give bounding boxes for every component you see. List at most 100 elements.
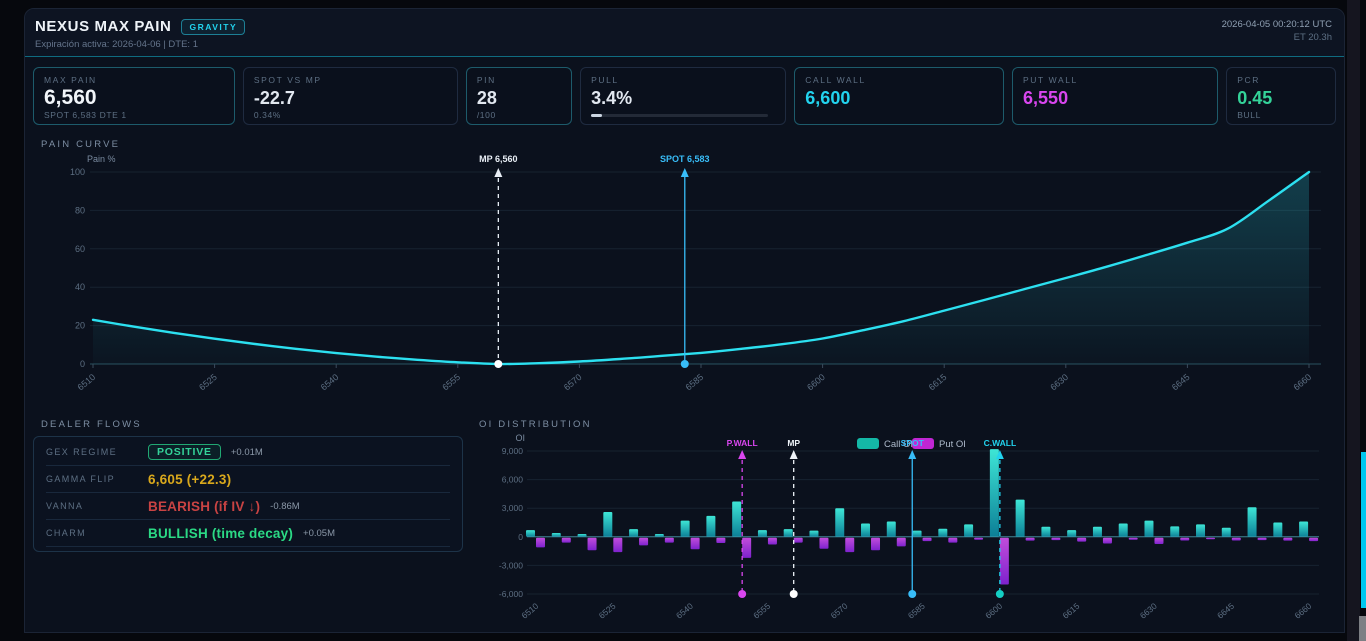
kpi-sub: BULL (1237, 110, 1325, 120)
kpi-value: 6,600 (805, 88, 993, 108)
put-oi-bar (1258, 538, 1267, 540)
put-oi-bar (665, 538, 674, 543)
pain-y-tick: 80 (75, 205, 85, 215)
kpi-label: SPOT VS MP (254, 75, 447, 85)
dealer-flows-title: DEALER FLOWS (33, 415, 463, 432)
flow-row-gamma-flip[interactable]: GAMMA FLIP 6,605 (+22.3) (46, 466, 450, 493)
pain-x-tick: 6660 (1292, 372, 1314, 393)
bottom-row: DEALER FLOWS GEX REGIME POSITIVE +0.01M … (25, 409, 1344, 625)
oi-x-tick: 6660 (1292, 601, 1313, 620)
kpi-card-pull[interactable]: PULL 3.4% (580, 67, 786, 125)
oi-x-tick: 6600 (983, 601, 1004, 620)
put-oi-bar (691, 538, 700, 549)
pain-y-axis-label: Pain % (87, 154, 116, 164)
put-oi-bar (716, 538, 725, 543)
put-oi-bar (923, 538, 932, 541)
gravity-badge[interactable]: GRAVITY (181, 19, 245, 35)
header-left: NEXUS MAX PAIN GRAVITY Expiración activa… (35, 18, 245, 50)
kpi-card-call-wall[interactable]: CALL WALL 6,600 (794, 67, 1004, 125)
put-oi-bar (613, 538, 622, 552)
put-oi-bar (639, 538, 648, 546)
pain-y-tick: 60 (75, 244, 85, 254)
flow-extra: -0.86M (270, 501, 300, 512)
kpi-card-max-pain[interactable]: MAX PAIN 6,560 SPOT 6,583 DTE 1 (33, 67, 235, 125)
call-oi-bar (1170, 526, 1179, 536)
pain-x-tick: 6540 (319, 372, 341, 393)
pain-curve-section: PAIN CURVE Pain %02040608010065106525654… (25, 133, 1344, 409)
put-oi-bar (1000, 538, 1009, 585)
oi-distribution-title: OI DISTRIBUTION (471, 415, 1336, 432)
dealer-flows-panel: GEX REGIME POSITIVE +0.01M GAMMA FLIP 6,… (33, 436, 463, 552)
oi-x-tick: 6540 (674, 601, 695, 620)
flow-label: CHARM (46, 528, 138, 538)
timestamp-utc: 2026-04-05 00:20:12 UTC (1222, 18, 1332, 31)
kpi-value: -22.7 (254, 88, 447, 108)
call-oi-bar (784, 529, 793, 537)
gex-regime-badge: POSITIVE (148, 444, 221, 460)
pain-y-tick: 100 (70, 167, 85, 177)
call-oi-bar (1067, 530, 1076, 537)
put-oi-bar (794, 538, 803, 543)
pain-marker-dot (681, 360, 689, 368)
kpi-card-put-wall[interactable]: PUT WALL 6,550 (1012, 67, 1218, 125)
oi-y-tick: -3,000 (499, 560, 523, 570)
pain-x-tick: 6570 (562, 372, 584, 393)
kpi-row: MAX PAIN 6,560 SPOT 6,583 DTE 1 SPOT VS … (25, 57, 1344, 133)
pain-curve-chart: Pain %0204060801006510652565406555657065… (33, 152, 1336, 404)
call-oi-bar (552, 533, 561, 537)
flow-label: VANNA (46, 501, 138, 511)
call-oi-bar (1093, 527, 1102, 537)
charm-value: BULLISH (time decay) (148, 526, 293, 541)
put-oi-bar (1309, 538, 1318, 541)
kpi-sub: SPOT 6,583 DTE 1 (44, 110, 224, 120)
call-oi-bar (835, 508, 844, 537)
call-oi-bar (758, 530, 767, 537)
put-oi-bar (536, 538, 545, 548)
kpi-card-spot-vs-mp[interactable]: SPOT VS MP -22.7 0.34% (243, 67, 458, 125)
flow-label: GAMMA FLIP (46, 474, 138, 484)
put-oi-bar (974, 538, 983, 540)
pain-x-tick: 6585 (684, 372, 706, 393)
kpi-card-pin[interactable]: PIN 28 /100 (466, 67, 572, 125)
flow-row-gex-regime[interactable]: GEX REGIME POSITIVE +0.01M (46, 439, 450, 466)
scrollbar-thumb[interactable] (1361, 452, 1366, 608)
flow-row-vanna[interactable]: VANNA BEARISH (if IV ↓) -0.86M (46, 493, 450, 520)
call-oi-bar (732, 502, 741, 537)
header-right: 2026-04-05 00:20:12 UTC ET 20.3h (1222, 18, 1332, 44)
call-oi-bar (1119, 523, 1128, 536)
kpi-value: 6,550 (1023, 88, 1207, 108)
put-oi-legend-label: Put OI (939, 439, 966, 450)
call-oi-bar (887, 522, 896, 537)
kpi-value: 0.45 (1237, 88, 1325, 108)
put-oi-bar (819, 538, 828, 549)
flow-extra: +0.01M (231, 447, 263, 458)
oi-x-tick: 6510 (519, 601, 540, 620)
oi-marker-label: SPOT (901, 438, 925, 448)
oi-distribution-section: OI DISTRIBUTION OI9,0006,0003,0000-3,000… (471, 415, 1336, 625)
oi-marker-dot (738, 590, 746, 598)
call-oi-bar (990, 449, 999, 537)
kpi-label: PULL (591, 75, 775, 85)
flow-label: GEX REGIME (46, 447, 138, 457)
timestamp-et: ET 20.3h (1222, 31, 1332, 44)
page-title: NEXUS MAX PAIN (35, 18, 171, 35)
pain-x-tick: 6645 (1170, 372, 1192, 393)
pain-x-tick: 6555 (440, 372, 462, 393)
scrollbar-track[interactable] (1347, 0, 1360, 641)
put-oi-bar (1154, 538, 1163, 544)
call-oi-bar (1248, 507, 1257, 537)
call-oi-bar (809, 531, 818, 537)
flow-row-charm[interactable]: CHARM BULLISH (time decay) +0.05M (46, 520, 450, 547)
oi-x-tick: 6585 (906, 601, 927, 620)
pain-x-tick: 6525 (197, 372, 219, 393)
pain-marker-dot (494, 360, 502, 368)
oi-y-tick: 9,000 (502, 446, 524, 456)
header: NEXUS MAX PAIN GRAVITY Expiración activa… (25, 9, 1344, 57)
vanna-value: BEARISH (if IV ↓) (148, 499, 260, 514)
call-oi-bar (1041, 527, 1050, 537)
put-oi-bar (1026, 538, 1035, 541)
oi-marker-label: MP (787, 438, 800, 448)
kpi-card-pcr[interactable]: PCR 0.45 BULL (1226, 67, 1336, 125)
put-oi-bar (897, 538, 906, 547)
call-oi-bar (913, 531, 922, 537)
